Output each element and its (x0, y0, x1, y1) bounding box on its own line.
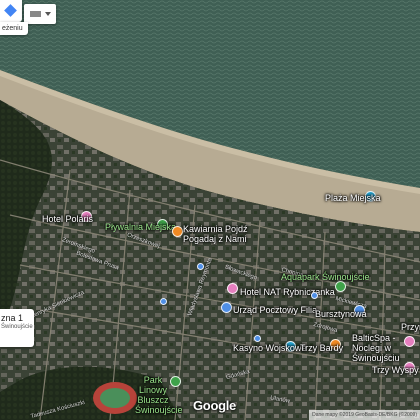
hotel-pin-icon[interactable] (404, 336, 415, 347)
poi-label[interactable]: Hotel NAT Rybniczanka (240, 287, 335, 297)
map-type-select[interactable] (24, 4, 56, 24)
poi-label[interactable]: Aquapark Świnoujście (281, 272, 370, 282)
chevron-down-icon (45, 12, 51, 16)
bus-stop-icon[interactable] (311, 292, 318, 299)
poi-label[interactable]: Bursztynowa (315, 309, 367, 319)
poi-label[interactable]: Hotel Polaris (42, 214, 93, 224)
poi-label[interactable]: Kawiarnia Pojdź Pogadaj z Nami (183, 224, 249, 244)
poi-label[interactable]: Urząd Pocztowy Filia (233, 305, 317, 315)
bus-stop-icon[interactable] (197, 263, 204, 270)
layer-icon (30, 11, 41, 17)
poi-label[interactable]: Kasyno Wojskowe (233, 343, 306, 353)
map-layer-button[interactable] (0, 0, 22, 22)
hotel-pin-icon[interactable] (227, 283, 238, 294)
cafe-pin-icon[interactable] (172, 226, 183, 237)
google-logo: Google (193, 398, 236, 413)
bus-stop-icon[interactable] (160, 298, 167, 305)
map-attribution[interactable]: Dane mapy ©2019 GeoBasis-DE/BKG (©2009) (309, 410, 420, 420)
poi-label[interactable]: Trzy Wyspy (372, 365, 419, 375)
directions-diamond-icon (4, 4, 17, 17)
poi-label[interactable]: Trzy Bardy (300, 343, 343, 353)
partial-tag[interactable]: eżeniu (0, 22, 28, 35)
poi-label[interactable]: Pływalnia Miejska (105, 222, 176, 232)
place-subtitle: Świnoujście (1, 324, 33, 330)
aquapark-pin-icon[interactable] (335, 281, 346, 292)
poi-label[interactable]: BalticSpa - Noclegi w Świnoujściu (352, 333, 404, 363)
poi-label[interactable]: Przym (401, 322, 420, 332)
satellite-map[interactable]: Żeromskiego Bolesława Prusa Henryka Sien… (0, 0, 420, 420)
poi-label[interactable]: Park Linowy Bluszcz Świnoujście (135, 375, 183, 415)
post-office-pin-icon[interactable] (221, 302, 232, 313)
bus-stop-icon[interactable] (254, 335, 261, 342)
park-pin-icon[interactable] (170, 376, 181, 387)
place-title: zna 1 (1, 313, 24, 323)
poi-label[interactable]: Plaża Miejska (325, 193, 381, 203)
place-info-card[interactable]: zna 1 Świnoujście (0, 309, 34, 347)
